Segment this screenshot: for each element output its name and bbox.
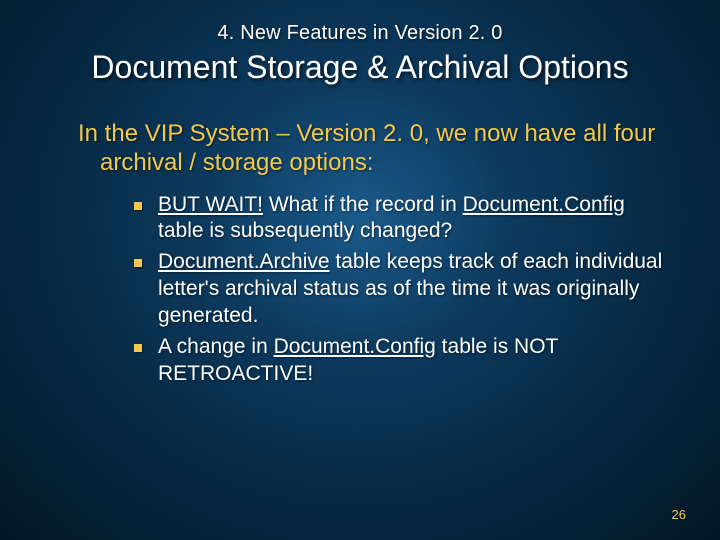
- list-item: Document.Archive table keeps track of ea…: [134, 249, 666, 330]
- bullet-mid: What if the record in: [263, 193, 463, 216]
- page-number: 26: [672, 507, 686, 522]
- list-item: A change in Document.Config table is NOT…: [134, 334, 666, 388]
- bullet-term: Document.Config: [463, 193, 625, 216]
- bullet-term: Document.Config: [274, 335, 436, 358]
- bullet-mid: A change in: [158, 335, 274, 358]
- lead-text: In the VIP System – Version 2. 0, we now…: [78, 120, 684, 178]
- bullet-term: Document.Archive: [158, 250, 330, 273]
- slide-pretitle: 4. New Features in Version 2. 0: [36, 22, 684, 45]
- slide: 4. New Features in Version 2. 0 Document…: [0, 0, 720, 540]
- bullet-after: table is subsequently changed?: [158, 219, 452, 242]
- bullet-list: BUT WAIT! What if the record in Document…: [134, 192, 684, 388]
- list-item: BUT WAIT! What if the record in Document…: [134, 192, 666, 246]
- slide-title: Document Storage & Archival Options: [36, 49, 684, 86]
- bullet-prefix: BUT WAIT!: [158, 193, 263, 216]
